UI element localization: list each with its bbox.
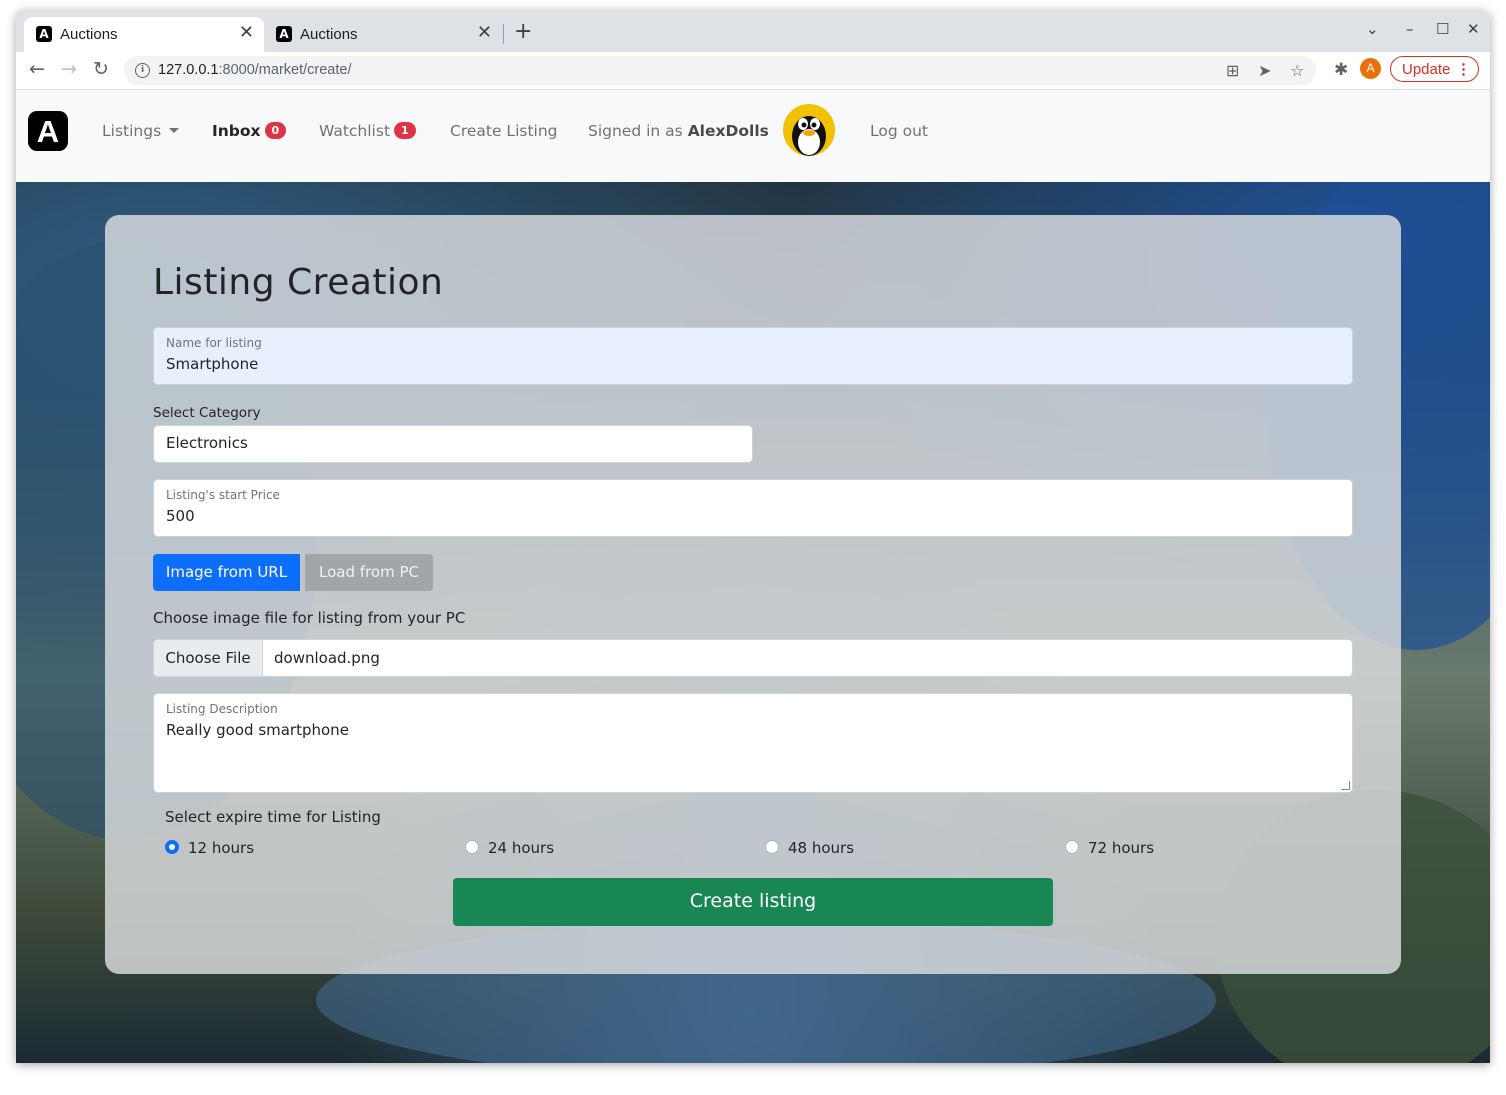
category-label: Select Category — [153, 405, 261, 421]
expire-option-72h[interactable]: 72 hours — [1065, 839, 1285, 859]
send-icon[interactable]: ➤ — [1258, 61, 1271, 80]
category-value: Electronics — [166, 434, 248, 452]
nav-signed-in: Signed in as AlexDolls — [588, 122, 769, 140]
description-value: Really good smartphone — [166, 721, 349, 739]
site-info-icon[interactable]: i — [135, 63, 150, 78]
site-navbar: A Listings Inbox 0 Watchlist 1 Create List… — [16, 90, 1490, 182]
listing-form-card: Listing Creation Name for listing Smartp… — [105, 215, 1401, 974]
tab-strip: A Auctions ✕ A Auctions ✕ + ⌄ – ☐ ✕ — [16, 10, 1490, 52]
close-tab-icon[interactable]: ✕ — [477, 24, 492, 42]
expire-option-label: 12 hours — [188, 839, 255, 857]
file-input-label: Choose image file for listing from your … — [153, 609, 466, 627]
bookmark-star-icon[interactable]: ☆ — [1290, 61, 1304, 80]
close-tab-icon[interactable]: ✕ — [239, 24, 254, 42]
close-window-icon[interactable]: ✕ — [1467, 20, 1480, 38]
choose-file-button[interactable]: Choose File — [154, 640, 263, 676]
expire-option-label: 72 hours — [1088, 839, 1155, 857]
listing-name-field[interactable]: Name for listing Smartphone — [153, 327, 1353, 385]
address-bar[interactable]: i 127.0.0.1:8000/market/create/ ⊞ ➤ ☆ — [124, 56, 1316, 85]
radio-icon[interactable] — [765, 840, 779, 854]
tab-title: Auctions — [60, 26, 118, 43]
url-host: 127.0.0.1 — [158, 62, 219, 78]
brand-logo[interactable]: A — [28, 111, 68, 151]
site-favicon: A — [36, 26, 52, 42]
user-avatar[interactable] — [783, 104, 835, 156]
tab-title: Auctions — [300, 26, 358, 43]
page-viewport: A Listings Inbox 0 Watchlist 1 Create List… — [16, 90, 1490, 1063]
tab-auctions-2[interactable]: A Auctions ✕ — [264, 17, 502, 52]
radio-checked-icon[interactable] — [165, 840, 179, 854]
minimize-icon[interactable]: – — [1406, 20, 1414, 38]
tab-separator — [503, 24, 504, 44]
expire-option-24h[interactable]: 24 hours — [465, 839, 685, 859]
username: AlexDolls — [687, 122, 769, 140]
forward-icon[interactable]: → — [61, 59, 77, 79]
listing-name-label: Name for listing — [166, 336, 262, 350]
expire-option-label: 48 hours — [788, 839, 855, 857]
listing-name-value: Smartphone — [166, 355, 259, 373]
tab-auctions-active[interactable]: A Auctions ✕ — [24, 17, 264, 52]
start-price-label: Listing's start Price — [166, 488, 280, 502]
translate-icon[interactable]: ⊞ — [1226, 61, 1239, 80]
page-title: Listing Creation — [153, 262, 444, 303]
category-select[interactable]: Electronics — [153, 425, 753, 463]
inbox-count-badge: 0 — [264, 122, 287, 139]
tab-search-icon[interactable]: ⌄ — [1366, 20, 1379, 38]
nav-inbox-label: Inbox — [212, 122, 261, 140]
radio-icon[interactable] — [1065, 840, 1079, 854]
start-price-value: 500 — [166, 507, 195, 525]
load-from-pc-button[interactable]: Load from PC — [305, 554, 433, 591]
url-text: 127.0.0.1:8000/market/create/ — [158, 62, 351, 78]
maximize-icon[interactable]: ☐ — [1436, 20, 1449, 38]
dropdown-caret-icon — [169, 128, 180, 133]
description-label: Listing Description — [166, 702, 278, 716]
nav-create-listing[interactable]: Create Listing — [450, 122, 558, 140]
selected-file-name: download.png — [274, 649, 380, 667]
watchlist-count-badge: 1 — [394, 122, 416, 139]
new-tab-icon[interactable]: + — [514, 21, 532, 43]
reload-icon[interactable]: ↻ — [93, 59, 109, 79]
nav-watchlist-label: Watchlist — [319, 122, 391, 140]
nav-logout[interactable]: Log out — [870, 122, 928, 140]
nav-inbox[interactable]: Inbox 0 — [212, 122, 287, 140]
browser-toolbar: ← → ↻ i 127.0.0.1:8000/market/create/ ⊞ … — [16, 52, 1490, 90]
expire-option-label: 24 hours — [488, 839, 555, 857]
url-path: :8000/market/create/ — [218, 62, 352, 78]
signed-in-prefix: Signed in as — [588, 122, 683, 140]
resize-handle-icon[interactable] — [1341, 781, 1350, 790]
create-listing-button[interactable]: Create listing — [453, 878, 1053, 926]
radio-icon[interactable] — [465, 840, 479, 854]
nav-watchlist[interactable]: Watchlist 1 — [319, 122, 416, 140]
expire-option-12h[interactable]: 12 hours — [165, 839, 385, 859]
extensions-icon[interactable]: ✱ — [1334, 60, 1348, 80]
nav-listings-dropdown[interactable]: Listings — [102, 122, 180, 140]
update-button[interactable]: Update ⋮ — [1390, 56, 1479, 82]
start-price-field[interactable]: Listing's start Price 500 — [153, 479, 1353, 537]
profile-avatar[interactable]: A — [1360, 58, 1381, 79]
image-from-url-button[interactable]: Image from URL — [153, 554, 300, 591]
browser-window: A Auctions ✕ A Auctions ✕ + ⌄ – ☐ ✕ ← → … — [16, 10, 1490, 1063]
nav-listings-label: Listings — [102, 122, 162, 140]
back-icon[interactable]: ← — [29, 59, 45, 79]
expire-option-48h[interactable]: 48 hours — [765, 839, 985, 859]
expire-time-label: Select expire time for Listing — [165, 808, 381, 826]
more-menu-icon: ⋮ — [1456, 61, 1471, 78]
site-favicon: A — [276, 26, 292, 42]
description-textarea[interactable]: Listing Description Really good smartpho… — [153, 693, 1353, 793]
image-file-input[interactable]: Choose File download.png — [153, 639, 1353, 677]
update-label: Update — [1402, 61, 1451, 78]
